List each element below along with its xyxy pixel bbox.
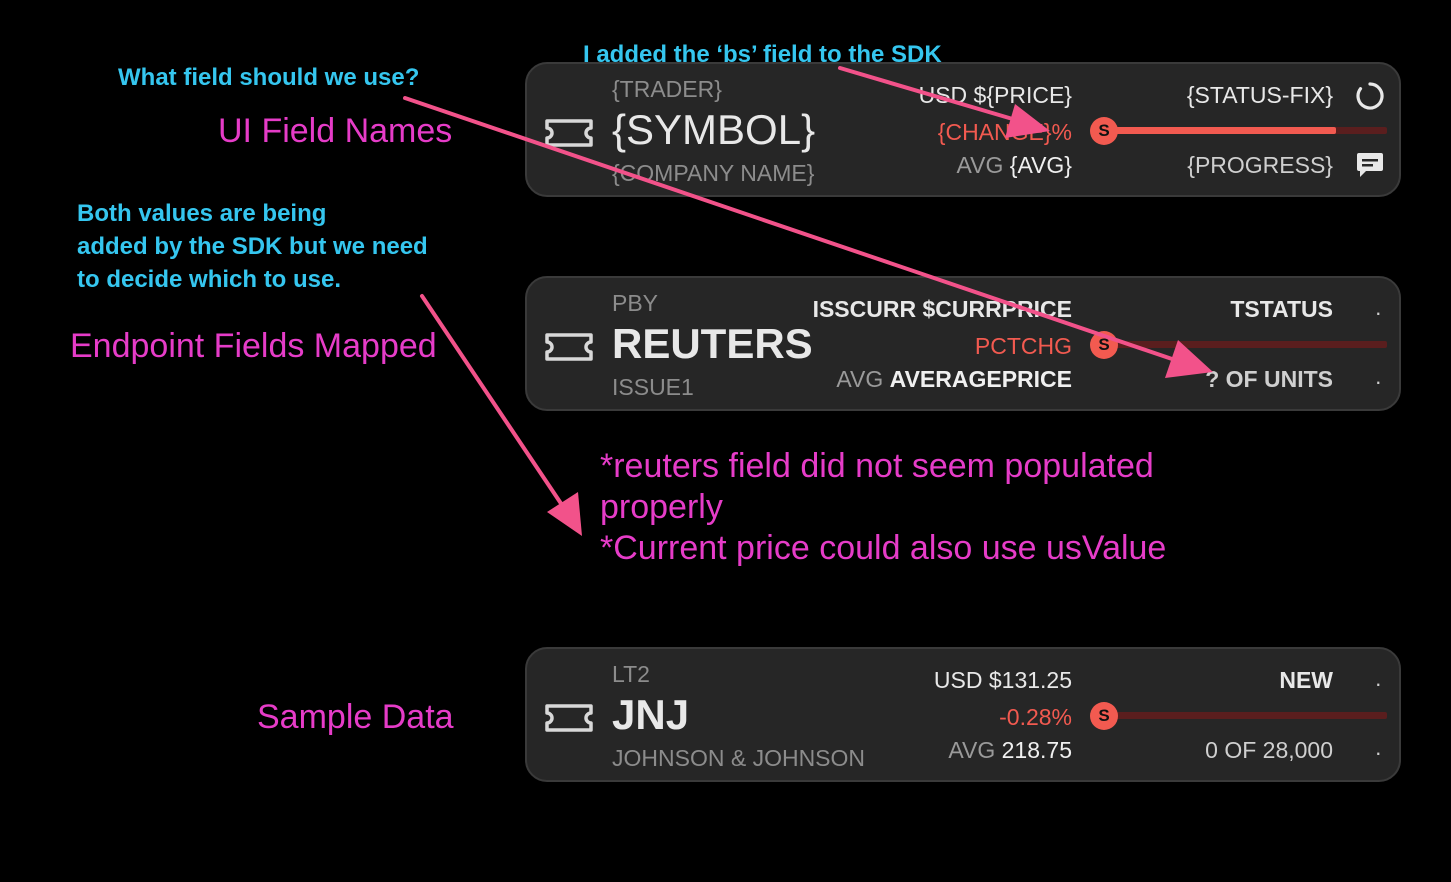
progress-bar-fill (1105, 127, 1337, 134)
symbol-label: JNJ (612, 691, 690, 738)
avg-label: AVG (836, 366, 884, 392)
trader-label: LT2 (612, 661, 650, 687)
avg-value: 218.75 (1001, 737, 1072, 763)
side-badge: S (1090, 702, 1118, 730)
note-both-values-line-2: added by the SDK but we need (77, 233, 428, 260)
comment-icon[interactable] (1355, 150, 1385, 180)
price-label: USD ${PRICE} (918, 82, 1072, 108)
order-card-ui-fields[interactable]: {TRADER} {SYMBOL} {COMPANY NAME} USD ${P… (525, 62, 1401, 197)
note-reuters-line-2: properly (600, 488, 723, 526)
ticket-icon (545, 119, 593, 147)
avg-price-row: AVG 218.75 (948, 737, 1072, 764)
avg-price-row: AVG AVERAGEPRICE (836, 366, 1072, 393)
trader-label: PBY (612, 290, 659, 316)
arrow-both-values-head (547, 492, 582, 536)
order-card-sample-data[interactable]: LT2 JNJ JOHNSON & JOHNSON USD $131.25 -0… (525, 647, 1401, 782)
status-label: {STATUS-FIX} (1186, 82, 1333, 108)
progress-bar-track (1105, 712, 1387, 719)
side-badge: S (1090, 331, 1118, 359)
note-both-values: Both values are being added by the SDK b… (77, 197, 428, 296)
price-label: ISSCURR $CURRPRICE (812, 296, 1072, 322)
progress-dot-icon: · (1374, 369, 1382, 394)
avg-label: AVG (956, 152, 1004, 178)
progress-label: 0 OF 28,000 (1205, 737, 1333, 763)
progress-dot-icon: · (1374, 740, 1382, 765)
note-both-values-line-1: Both values are being (77, 200, 327, 227)
company-name-label: ISSUE1 (612, 374, 694, 400)
status-label: NEW (1279, 667, 1333, 693)
price-label: USD $131.25 (933, 667, 1072, 693)
avg-price-row: AVG {AVG} (957, 152, 1073, 179)
note-what-field: What field should we use? (118, 64, 420, 91)
note-reuters-line-1: *reuters field did not seem populated (600, 447, 1154, 485)
change-label: {CHANGE}% (937, 119, 1072, 145)
status-dot-icon: · (1374, 671, 1382, 696)
section-label-ui-field-names: UI Field Names (218, 112, 453, 150)
company-name-label: {COMPANY NAME} (612, 160, 815, 186)
section-label-sample-data: Sample Data (257, 698, 454, 736)
change-label: PCTCHG (974, 333, 1072, 359)
avg-value: AVERAGEPRICE (889, 366, 1072, 392)
symbol-label: REUTERS (612, 320, 813, 367)
company-name-label: JOHNSON & JOHNSON (612, 745, 866, 771)
progress-label: {PROGRESS} (1187, 152, 1333, 178)
note-both-values-line-3: to decide which to use. (77, 266, 342, 293)
spinner-icon (1356, 82, 1384, 110)
note-current-price: *Current price could also use usValue (600, 529, 1167, 567)
ticket-icon (545, 333, 593, 361)
status-label: TSTATUS (1230, 296, 1333, 322)
avg-value: {AVG} (1009, 152, 1072, 178)
avg-label: AVG (948, 737, 996, 763)
change-label: -0.28% (999, 704, 1072, 730)
ticket-icon (545, 704, 593, 732)
progress-bar-track (1105, 341, 1387, 348)
progress-bar-track (1105, 127, 1387, 134)
side-badge: S (1090, 117, 1118, 145)
note-reuters: *reuters field did not seem populated pr… (600, 446, 1166, 569)
status-dot-icon: · (1374, 300, 1382, 325)
progress-label: ? OF UNITS (1205, 366, 1333, 392)
section-label-endpoint-fields: Endpoint Fields Mapped (70, 327, 437, 365)
symbol-label: {SYMBOL} (612, 106, 816, 153)
trader-label: {TRADER} (612, 76, 722, 102)
order-card-endpoint-fields[interactable]: PBY REUTERS ISSUE1 ISSCURR $CURRPRICE PC… (525, 276, 1401, 411)
